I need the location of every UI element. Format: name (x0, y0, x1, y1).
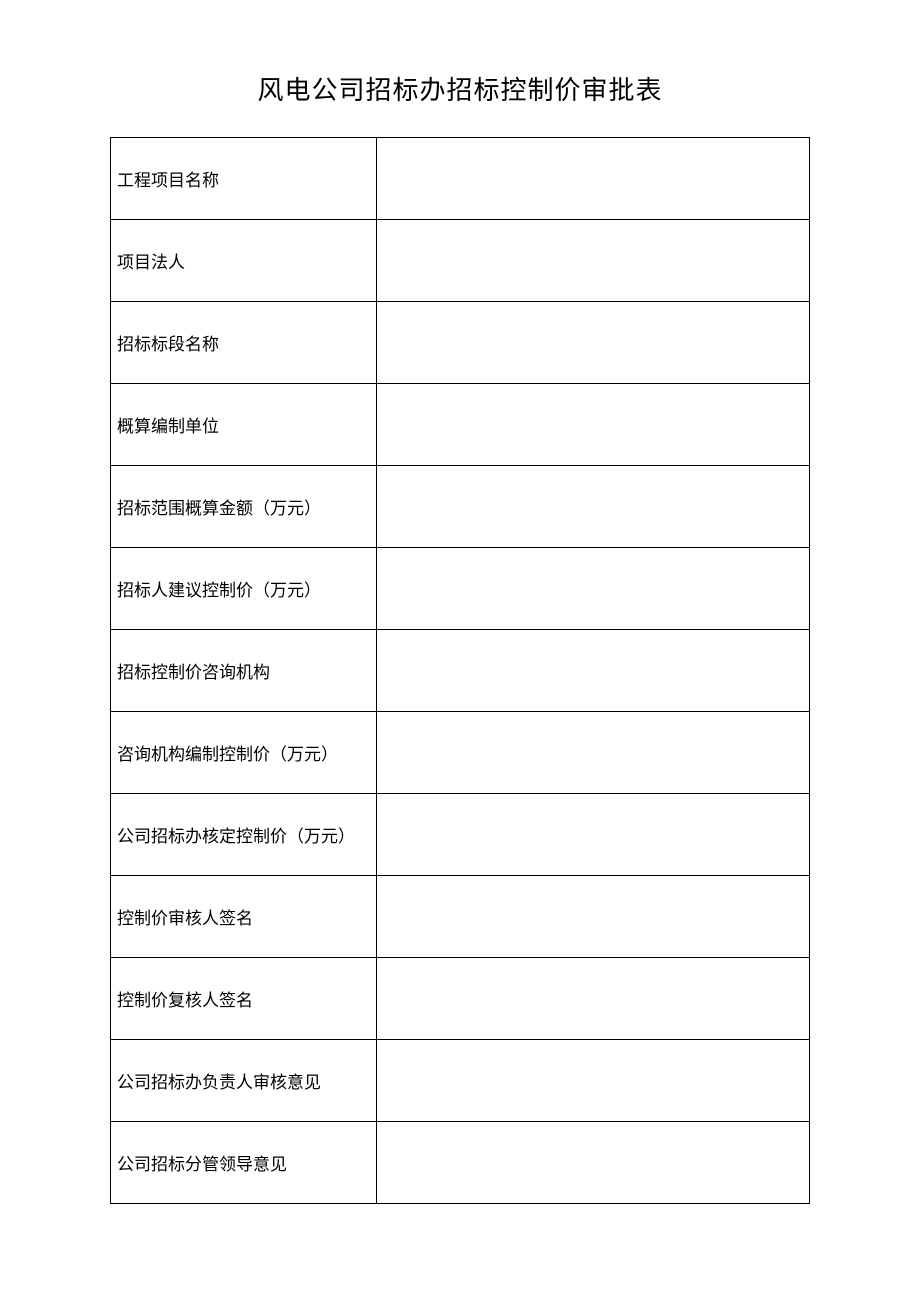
row-label: 咨询机构编制控制价（万元） (111, 712, 377, 794)
table-row: 招标人建议控制价（万元） (111, 548, 810, 630)
row-value (376, 302, 809, 384)
table-row: 公司招标办负责人审核意见 (111, 1040, 810, 1122)
table-row: 项目法人 (111, 220, 810, 302)
row-label: 公司招标分管领导意见 (111, 1122, 377, 1204)
approval-table: 工程项目名称 项目法人 招标标段名称 概算编制单位 招标范围概算金额（万元） 招… (110, 137, 810, 1204)
row-label: 公司招标办负责人审核意见 (111, 1040, 377, 1122)
row-value (376, 712, 809, 794)
row-label: 招标范围概算金额（万元） (111, 466, 377, 548)
table-row: 概算编制单位 (111, 384, 810, 466)
table-row: 工程项目名称 (111, 138, 810, 220)
row-value (376, 220, 809, 302)
row-label: 公司招标办核定控制价（万元） (111, 794, 377, 876)
row-label: 招标人建议控制价（万元） (111, 548, 377, 630)
row-label: 项目法人 (111, 220, 377, 302)
row-value (376, 1040, 809, 1122)
row-label: 控制价复核人签名 (111, 958, 377, 1040)
table-row: 公司招标办核定控制价（万元） (111, 794, 810, 876)
row-value (376, 1122, 809, 1204)
row-value (376, 138, 809, 220)
row-value (376, 958, 809, 1040)
table-row: 控制价复核人签名 (111, 958, 810, 1040)
row-value (376, 548, 809, 630)
table-row: 公司招标分管领导意见 (111, 1122, 810, 1204)
table-row: 咨询机构编制控制价（万元） (111, 712, 810, 794)
table-row: 招标标段名称 (111, 302, 810, 384)
table-row: 控制价审核人签名 (111, 876, 810, 958)
row-label: 招标标段名称 (111, 302, 377, 384)
table-row: 招标控制价咨询机构 (111, 630, 810, 712)
row-value (376, 466, 809, 548)
row-label: 概算编制单位 (111, 384, 377, 466)
table-row: 招标范围概算金额（万元） (111, 466, 810, 548)
row-value (376, 876, 809, 958)
row-label: 招标控制价咨询机构 (111, 630, 377, 712)
row-label: 工程项目名称 (111, 138, 377, 220)
row-value (376, 384, 809, 466)
row-label: 控制价审核人签名 (111, 876, 377, 958)
row-value (376, 630, 809, 712)
page-title: 风电公司招标办招标控制价审批表 (110, 70, 810, 107)
row-value (376, 794, 809, 876)
